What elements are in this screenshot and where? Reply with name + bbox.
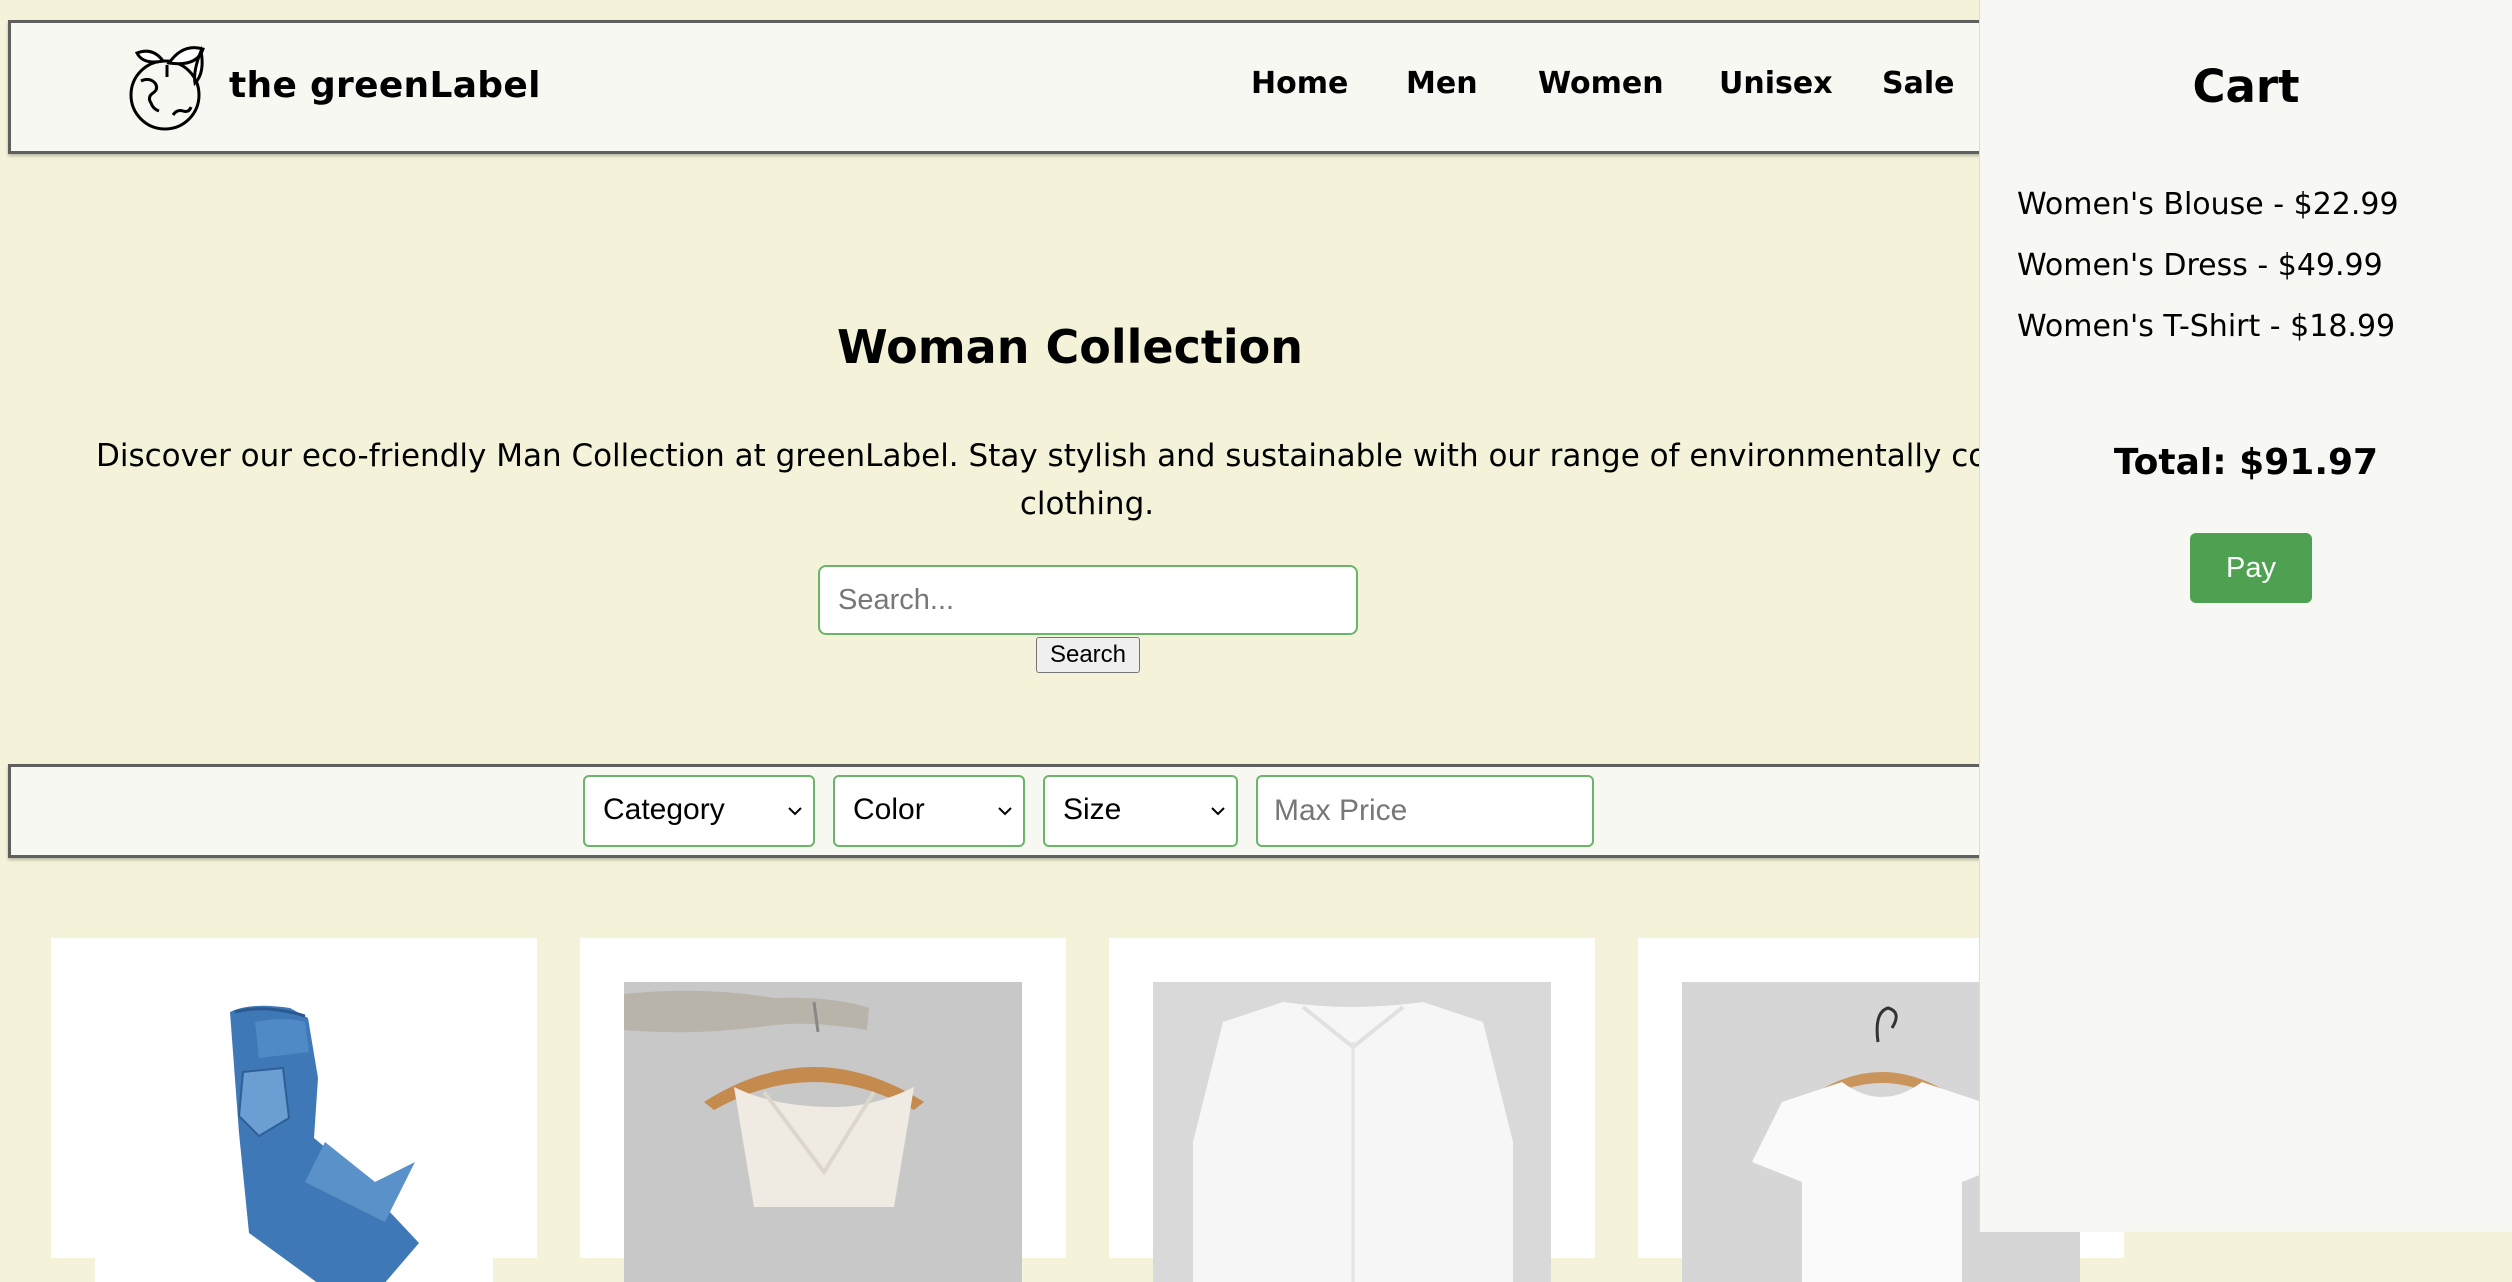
product-image-jeans: [95, 982, 493, 1282]
cart-title: Cart: [2192, 60, 2300, 113]
product-card[interactable]: [580, 938, 1066, 1282]
collection-description: Discover our eco-friendly Man Collection…: [96, 432, 2078, 528]
earth-leaf-logo-icon[interactable]: [123, 45, 219, 137]
nav-unisex[interactable]: Unisex: [1719, 66, 1833, 101]
color-select-value: Color: [853, 793, 925, 826]
chevron-down-icon: [1211, 807, 1225, 816]
cart-panel: Cart Women's Blouse - $22.99 Women's Dre…: [1979, 0, 2512, 1232]
chevron-down-icon: [788, 807, 802, 816]
nav-women[interactable]: Women: [1538, 66, 1664, 101]
brand-name[interactable]: the greenLabel: [229, 65, 541, 106]
product-card[interactable]: [1109, 938, 1595, 1282]
page-title: Woman Collection: [837, 320, 1303, 374]
description-line-2: clothing.: [1019, 486, 1155, 522]
nav-sale[interactable]: Sale: [1882, 66, 1954, 101]
cart-total: Total: $91.97: [2113, 442, 2379, 483]
product-card[interactable]: [51, 938, 537, 1282]
category-select-value: Category: [603, 793, 725, 826]
nav-men[interactable]: Men: [1406, 66, 1478, 101]
pay-button[interactable]: Pay: [2190, 533, 2312, 603]
max-price-input[interactable]: [1256, 775, 1594, 847]
product-image-white-shirt: [1153, 982, 1551, 1282]
size-select[interactable]: Size: [1043, 775, 1238, 847]
product-image-tank-top: [624, 982, 1022, 1282]
size-select-value: Size: [1063, 793, 1122, 826]
cart-item: Women's Dress - $49.99: [2017, 248, 2383, 283]
search-button[interactable]: Search: [1036, 637, 1140, 673]
nav-home[interactable]: Home: [1251, 66, 1348, 101]
chevron-down-icon: [998, 807, 1012, 816]
cart-item: Women's Blouse - $22.99: [2017, 187, 2399, 222]
cart-item: Women's T-Shirt - $18.99: [2017, 309, 2396, 344]
category-select[interactable]: Category: [583, 775, 815, 847]
description-line-1: Discover our eco-friendly Man Collection…: [96, 438, 2078, 474]
search-input[interactable]: [818, 565, 1358, 635]
color-select[interactable]: Color: [833, 775, 1025, 847]
